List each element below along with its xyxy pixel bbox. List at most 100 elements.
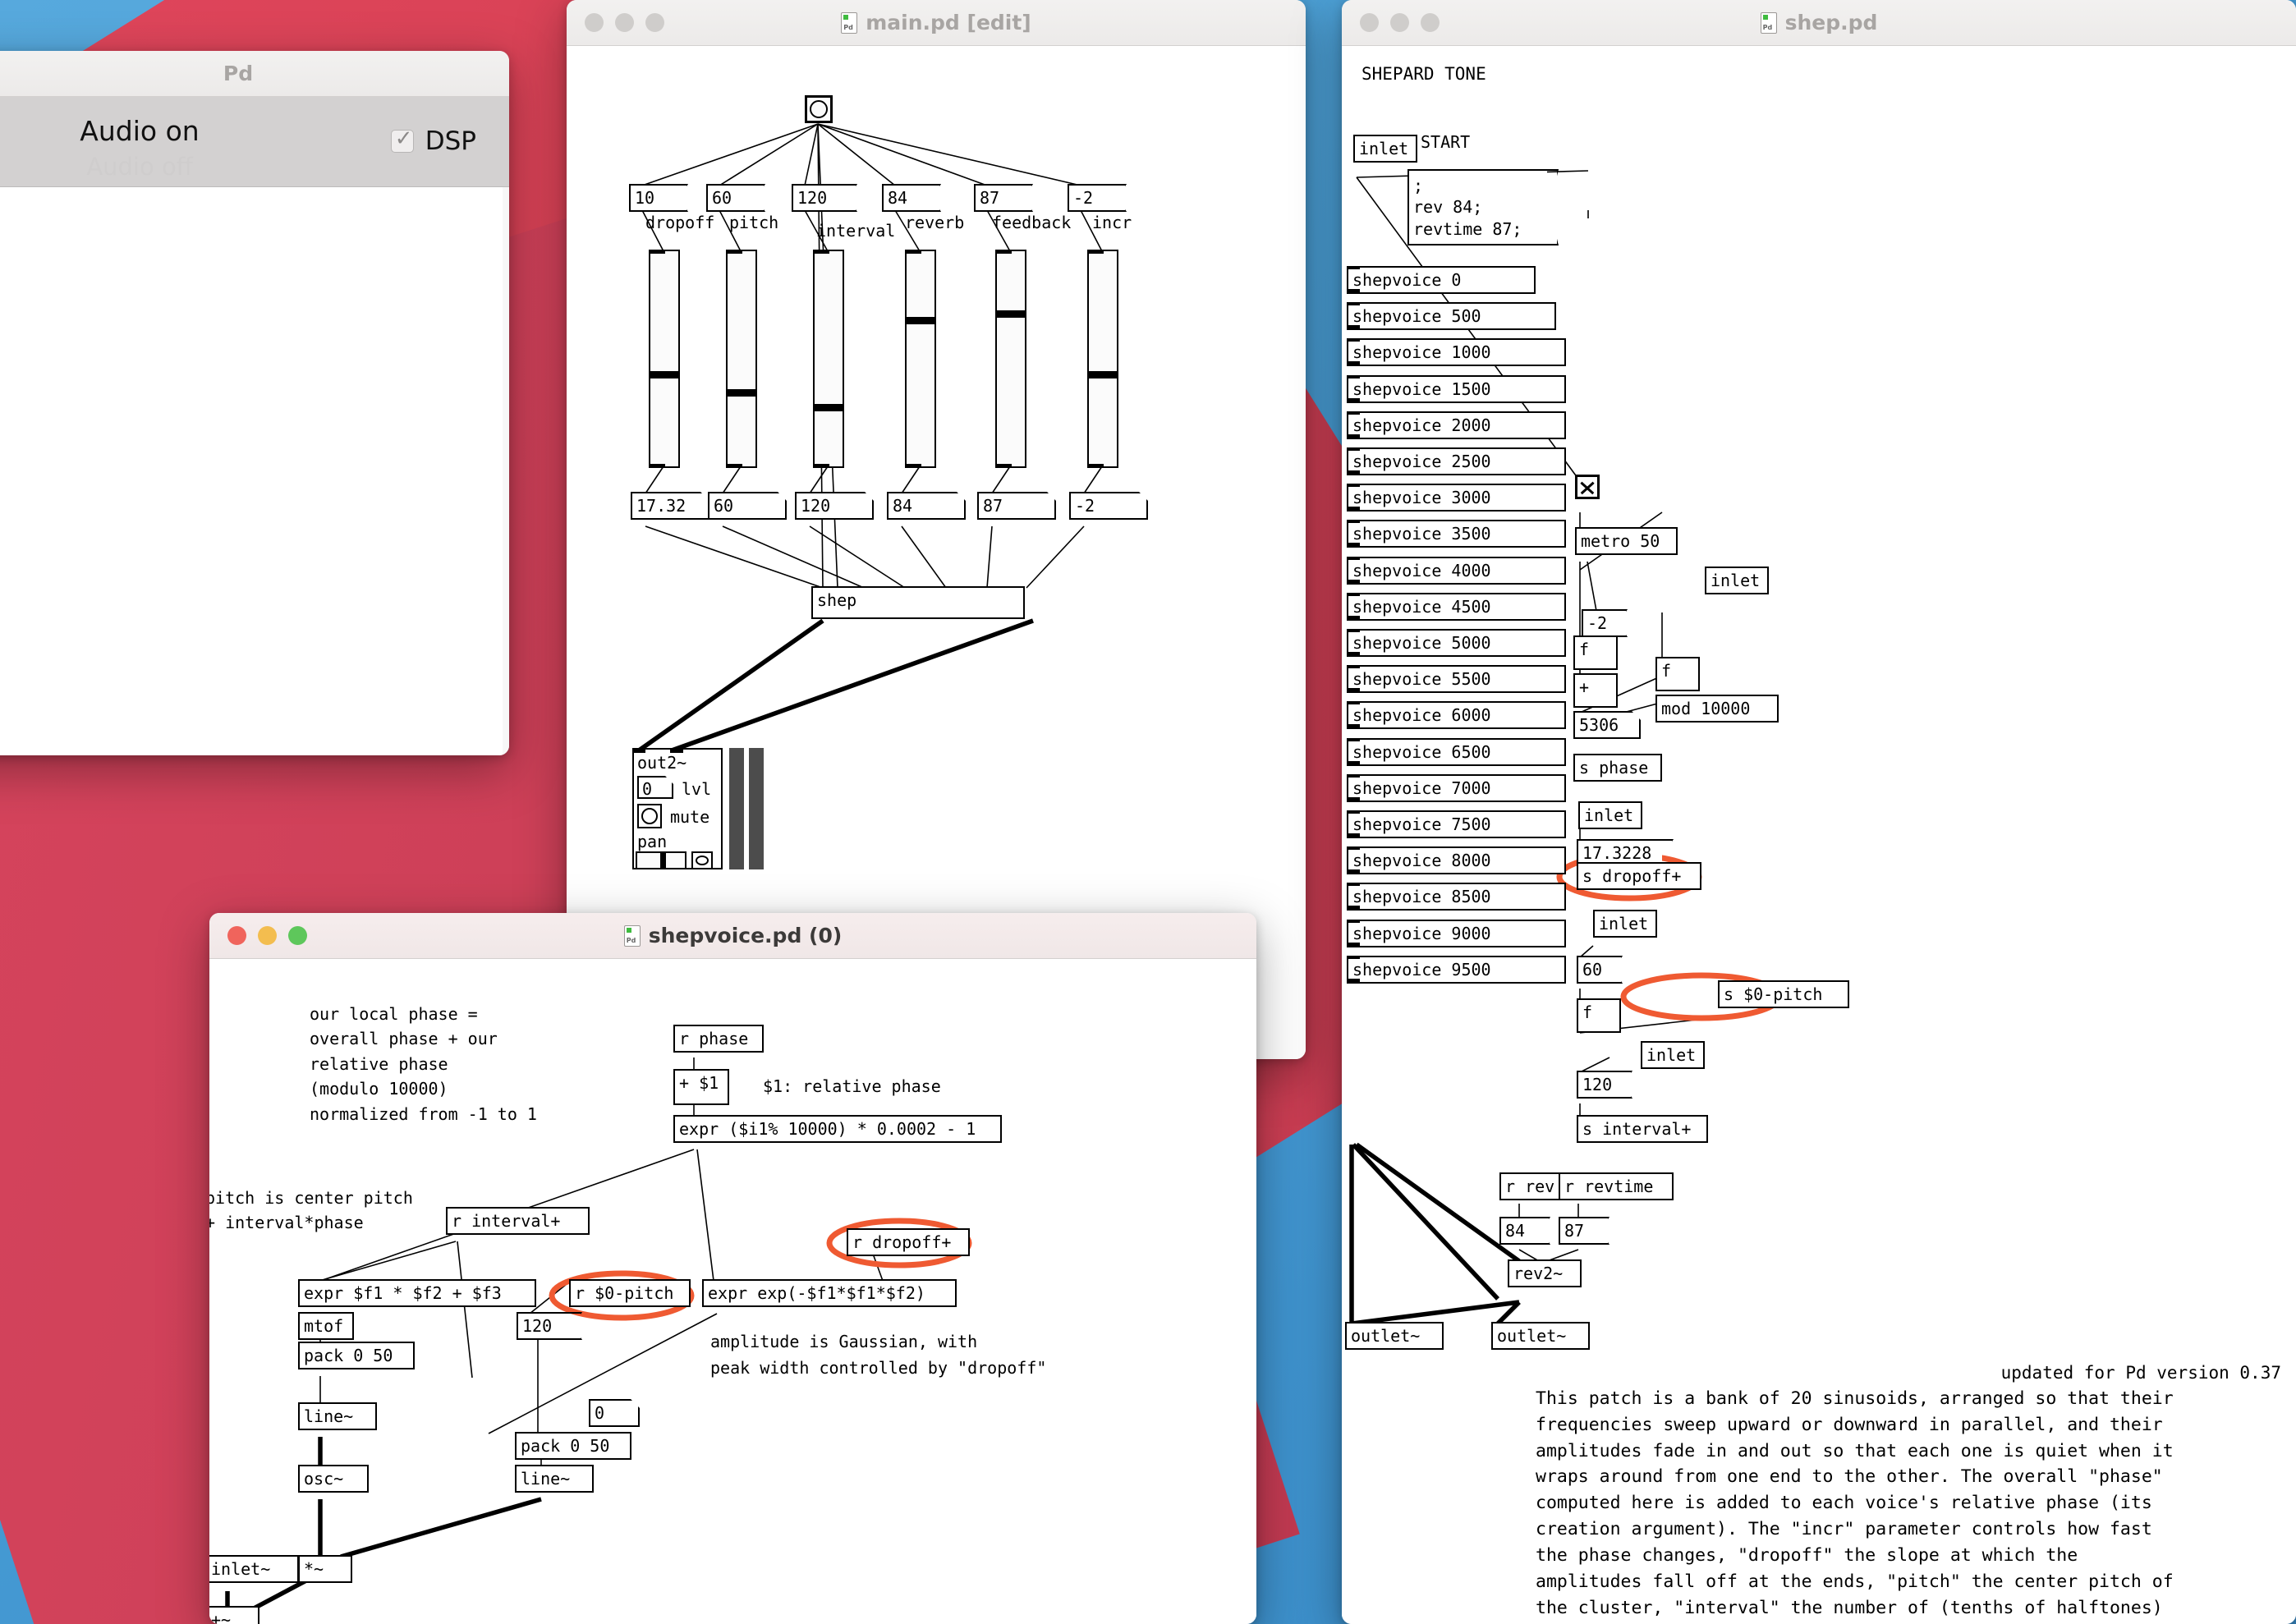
object-shepvoice-9[interactable]: shepvoice 4500 <box>1347 592 1566 621</box>
out2-pan-slider[interactable] <box>636 851 687 869</box>
out2-abstraction[interactable]: out2~ 0 lvl mute pan <box>632 748 723 869</box>
object-mtof[interactable]: mtof <box>298 1312 354 1340</box>
maximize-button[interactable] <box>1421 13 1440 32</box>
number-dropoff[interactable]: 17.32 <box>631 492 709 520</box>
object-inlet-incr[interactable]: inlet <box>1705 567 1769 594</box>
object-r-revtime[interactable]: r revtime <box>1559 1172 1674 1200</box>
slider-reverb[interactable] <box>905 250 936 468</box>
number-phase-value[interactable]: 5306 <box>1573 711 1641 739</box>
object-shepvoice-18[interactable]: shepvoice 9000 <box>1347 919 1566 947</box>
msg-interval-value[interactable]: 120 <box>1577 1071 1621 1099</box>
object-metro[interactable]: metro 50 <box>1575 527 1678 555</box>
object-r-dropoff[interactable]: r dropoff+ <box>847 1228 970 1256</box>
pd-console-titlebar[interactable]: Pd <box>0 51 509 97</box>
main-pd-window-controls[interactable] <box>567 13 664 32</box>
msg-dropoff[interactable]: 10 <box>629 184 677 212</box>
object-shepvoice-11[interactable]: shepvoice 5500 <box>1347 665 1566 694</box>
object-inlet-sig[interactable]: inlet~ <box>209 1555 299 1583</box>
object-shepvoice-10[interactable]: shepvoice 5000 <box>1347 629 1566 657</box>
number-feedback[interactable]: 87 <box>977 492 1056 520</box>
shep-pd-window-controls[interactable] <box>1342 13 1440 32</box>
object-osc[interactable]: osc~ <box>298 1465 369 1493</box>
out2-level-number[interactable]: 0 <box>637 776 673 799</box>
object-shepvoice-0[interactable]: shepvoice 0 <box>1347 266 1536 294</box>
slider-dropoff[interactable] <box>649 250 680 468</box>
object-shepvoice-12[interactable]: shepvoice 6000 <box>1347 701 1566 730</box>
msg-rev-value[interactable]: 84 <box>1499 1217 1539 1245</box>
object-shepvoice-19[interactable]: shepvoice 9500 <box>1347 955 1566 984</box>
main-pd-window[interactable]: main.pd [edit] <box>567 0 1306 1059</box>
close-button[interactable] <box>227 926 246 945</box>
object-outlet-left[interactable]: outlet~ <box>1345 1322 1444 1350</box>
object-shepvoice-6[interactable]: shepvoice 3000 <box>1347 484 1566 512</box>
number-amp-value[interactable]: 0 <box>589 1399 640 1427</box>
number-interval[interactable]: 120 <box>795 492 874 520</box>
slider-pitch[interactable] <box>726 250 757 468</box>
object-shepvoice-13[interactable]: shepvoice 6500 <box>1347 737 1566 766</box>
object-shepvoice-8[interactable]: shepvoice 4000 <box>1347 556 1566 585</box>
object-inlet-interval[interactable]: inlet <box>1641 1041 1705 1069</box>
object-plus-phase[interactable]: + <box>1573 673 1618 708</box>
object-shepvoice-5[interactable]: shepvoice 2500 <box>1347 447 1566 475</box>
object-shepvoice-15[interactable]: shepvoice 7500 <box>1347 810 1566 838</box>
object-r-interval[interactable]: r interval+ <box>446 1207 590 1235</box>
maximize-button[interactable] <box>288 926 307 945</box>
object-expr-pitch[interactable]: expr $f1 * $f2 + $f3 <box>298 1279 536 1307</box>
object-mod[interactable]: mod 10000 <box>1655 695 1779 723</box>
object-r-zero-pitch[interactable]: r $0-pitch <box>569 1279 691 1307</box>
msg-interval[interactable]: 120 <box>792 184 846 212</box>
object-shepvoice-7[interactable]: shepvoice 3500 <box>1347 520 1566 548</box>
object-r-phase[interactable]: r phase <box>673 1025 764 1053</box>
shepvoice-pd-window-controls[interactable] <box>209 926 307 945</box>
object-plus-sig[interactable]: +~ <box>209 1606 259 1624</box>
minimize-button[interactable] <box>258 926 277 945</box>
dsp-checkbox[interactable] <box>390 126 414 153</box>
out2-pan-reset-toggle[interactable] <box>691 851 713 869</box>
object-line-right[interactable]: line~ <box>515 1465 594 1493</box>
slider-interval[interactable] <box>813 250 844 468</box>
pd-console-scrollbar[interactable] <box>503 187 509 755</box>
msg-revtime-value[interactable]: 87 <box>1559 1217 1598 1245</box>
main-pd-titlebar[interactable]: main.pd [edit] <box>567 0 1306 46</box>
object-pack-left[interactable]: pack 0 50 <box>298 1342 415 1369</box>
object-shepvoice-2[interactable]: shepvoice 1000 <box>1347 338 1566 367</box>
shep-pd-canvas[interactable]: SHEPARD TONE inlet START ; rev 84; revti… <box>1342 46 2296 1624</box>
toggle-metro-onoff[interactable] <box>1575 475 1600 499</box>
msg-pitch[interactable]: 60 <box>706 184 754 212</box>
object-shep[interactable]: shep <box>811 586 1025 619</box>
object-send-zero-pitch[interactable]: s $0-pitch <box>1718 980 1849 1008</box>
out2-mute-toggle[interactable] <box>637 804 662 828</box>
object-shepvoice-1[interactable]: shepvoice 500 <box>1347 302 1556 331</box>
slider-feedback[interactable] <box>995 250 1026 468</box>
number-pitch[interactable]: 60 <box>708 492 787 520</box>
object-send-dropoff[interactable]: s dropoff+ <box>1577 862 1701 890</box>
shepvoice-pd-window[interactable]: shepvoice.pd (0) <box>209 913 1256 1624</box>
object-inlet-pitch[interactable]: inlet <box>1593 910 1657 938</box>
pd-console-window[interactable]: Pd Audio on Audio off DSP pard/main.pd <box>0 51 509 755</box>
main-pd-canvas[interactable]: 10 60 120 84 87 -2 dropoff pitch interva… <box>567 46 1306 1059</box>
minimize-button[interactable] <box>1390 13 1409 32</box>
minimize-button[interactable] <box>615 13 634 32</box>
object-shepvoice-4[interactable]: shepvoice 2000 <box>1347 411 1566 439</box>
shepvoice-pd-canvas[interactable]: our local phase = overall phase + our re… <box>209 959 1256 1624</box>
bang-object[interactable] <box>805 95 833 123</box>
dsp-toggle[interactable]: DSP <box>390 126 476 156</box>
shep-pd-titlebar[interactable]: shep.pd <box>1342 0 2296 46</box>
shep-pd-window[interactable]: shep.pd <box>1342 0 2296 1624</box>
object-f-feedback[interactable]: f <box>1655 657 1700 691</box>
msg-pitch-value[interactable]: 60 <box>1577 956 1611 984</box>
msg-incr[interactable]: -2 <box>1582 609 1616 637</box>
msg-feedback[interactable]: 87 <box>974 184 1022 212</box>
object-shepvoice-14[interactable]: shepvoice 7000 <box>1347 773 1566 802</box>
object-outlet-right[interactable]: outlet~ <box>1491 1322 1590 1350</box>
object-line-left[interactable]: line~ <box>298 1402 377 1430</box>
object-mult-sig[interactable]: *~ <box>298 1555 352 1583</box>
object-shepvoice-16[interactable]: shepvoice 8000 <box>1347 846 1566 875</box>
slider-incr[interactable] <box>1087 250 1118 468</box>
object-inlet-top[interactable]: inlet <box>1353 135 1417 163</box>
object-send-interval[interactable]: s interval+ <box>1577 1115 1708 1143</box>
close-button[interactable] <box>585 13 604 32</box>
shepvoice-pd-titlebar[interactable]: shepvoice.pd (0) <box>209 913 1256 959</box>
close-button[interactable] <box>1360 13 1379 32</box>
object-shepvoice-3[interactable]: shepvoice 1500 <box>1347 374 1566 403</box>
